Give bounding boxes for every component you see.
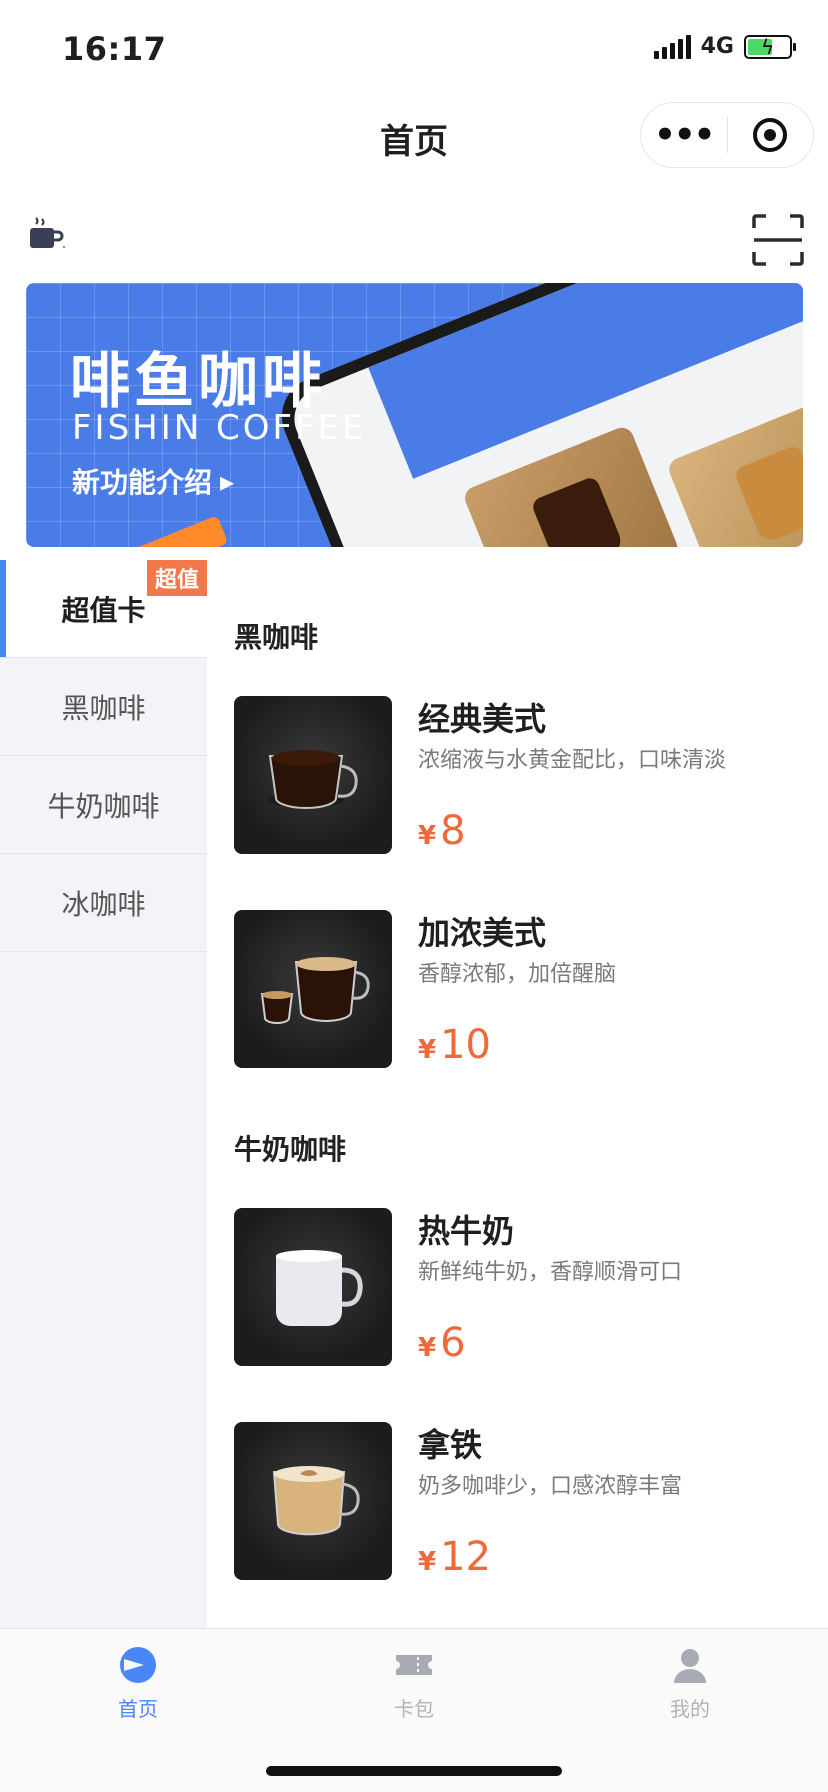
sidebar-item-label: 冰咖啡 (61, 887, 146, 921)
mug-icon[interactable] (28, 214, 70, 252)
sidebar-item-label: 黑咖啡 (61, 691, 146, 725)
ticket-icon (396, 1655, 432, 1675)
sidebar-item-milk-coffee[interactable]: 牛奶咖啡 (0, 756, 207, 854)
product-image-double-americano (234, 910, 392, 1068)
home-indicator (266, 1766, 562, 1776)
home-play-icon (120, 1647, 156, 1683)
chevron-right-icon: ▸ (220, 464, 235, 498)
close-button[interactable] (728, 118, 814, 152)
currency-symbol: ¥ (418, 1547, 437, 1577)
product-name: 热牛奶 (418, 1212, 515, 1250)
sidebar-item-label: 超值卡 (61, 593, 146, 627)
product-desc: 浓缩液与水黄金配比，口味清淡 (418, 748, 727, 773)
banner-subtitle: FISHIN COFFEE (72, 408, 367, 448)
status-time: 16:17 (62, 30, 167, 68)
product-desc: 香醇浓郁，加倍醒脑 (418, 962, 617, 987)
network-label: 4G (700, 34, 734, 59)
product-card[interactable]: 经典美式 浓缩液与水黄金配比，口味清淡 ¥ 8 (234, 696, 814, 856)
category-sidebar: 超值卡 超值 黑咖啡 牛奶咖啡 冰咖啡 (0, 560, 207, 1628)
target-icon (753, 118, 788, 152)
product-image-americano (234, 696, 392, 854)
banner-title: 啡鱼咖啡 (70, 347, 326, 417)
signal-icon (653, 34, 691, 59)
price-value: 6 (440, 1320, 466, 1366)
product-name: 经典美式 (418, 700, 547, 738)
product-price: ¥ 12 (418, 1534, 491, 1580)
tab-label: 首页 (118, 1697, 158, 1721)
more-dots-icon[interactable]: ••• (641, 118, 727, 152)
product-card[interactable]: 加浓美式 香醇浓郁，加倍醒脑 ¥ 10 (234, 910, 814, 1070)
product-card[interactable]: 拿铁 奶多咖啡少，口感浓醇丰富 ¥ 12 (234, 1422, 814, 1582)
product-price: ¥ 8 (418, 808, 466, 854)
value-badge: 超值 (146, 560, 207, 596)
status-indicators: 4G ϟ (653, 34, 796, 59)
sidebar-item-iced-coffee[interactable]: 冰咖啡 (0, 854, 207, 952)
section-title: 黑咖啡 (234, 621, 319, 654)
scan-icon[interactable] (752, 214, 804, 266)
sidebar-item-black-coffee[interactable]: 黑咖啡 (0, 658, 207, 756)
section-title: 牛奶咖啡 (234, 1133, 347, 1166)
promo-banner[interactable]: 啡鱼咖啡 FISHIN COFFEE 新功能介绍 ▸ (26, 283, 803, 547)
product-price: ¥ 6 (418, 1320, 466, 1366)
tab-label: 我的 (670, 1697, 710, 1721)
sidebar-item-label: 牛奶咖啡 (47, 789, 160, 823)
user-icon (674, 1649, 706, 1683)
tab-label: 卡包 (394, 1697, 434, 1721)
banner-link[interactable]: 新功能介绍 ▸ (72, 461, 234, 501)
product-image-latte (234, 1422, 392, 1580)
mini-program-capsule: ••• (640, 102, 814, 168)
currency-symbol: ¥ (418, 1035, 437, 1065)
currency-symbol: ¥ (418, 821, 437, 851)
product-name: 加浓美式 (418, 914, 547, 952)
product-card[interactable]: 热牛奶 新鲜纯牛奶，香醇顺滑可口 ¥ 6 (234, 1208, 814, 1368)
status-bar: 16:17 4G ϟ (0, 0, 828, 100)
price-value: 10 (440, 1022, 491, 1068)
battery-icon: ϟ (744, 34, 796, 59)
price-value: 12 (440, 1534, 491, 1580)
product-desc: 奶多咖啡少，口感浓醇丰富 (418, 1474, 683, 1499)
price-value: 8 (440, 808, 466, 854)
product-image-milk (234, 1208, 392, 1366)
product-desc: 新鲜纯牛奶，香醇顺滑可口 (418, 1260, 683, 1285)
sidebar-item-value-card[interactable]: 超值卡 超值 (0, 560, 207, 658)
tab-me[interactable]: 我的 (620, 1643, 760, 1722)
product-price: ¥ 10 (418, 1022, 491, 1068)
banner-link-label: 新功能介绍 (72, 466, 213, 499)
tab-home[interactable]: 首页 (68, 1643, 208, 1722)
product-name: 拿铁 (418, 1426, 483, 1464)
currency-symbol: ¥ (418, 1333, 437, 1363)
tab-card-wallet[interactable]: 卡包 (344, 1643, 484, 1722)
